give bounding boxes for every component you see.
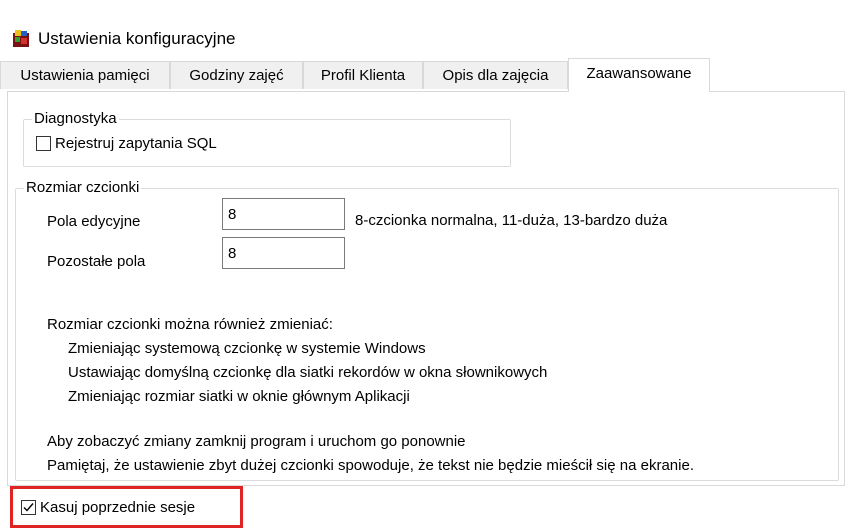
tab-client-profile[interactable]: Profil Klienta — [303, 61, 423, 89]
tab-advanced[interactable]: Zaawansowane — [568, 58, 710, 92]
log-sql-label[interactable]: Rejestruj zapytania SQL — [55, 135, 217, 153]
diagnostics-group: Diagnostyka Rejestruj zapytania SQL — [23, 110, 511, 167]
other-fields-label: Pozostałe pola — [47, 253, 146, 270]
diagnostics-legend: Diagnostyka — [32, 110, 119, 128]
edit-fields-label: Pola edycyjne — [47, 213, 141, 230]
tab-class-hours[interactable]: Godziny zajęć — [170, 61, 303, 89]
info-line: Zmieniając systemową czcionkę w systemie… — [68, 340, 426, 357]
info-line: Ustawiając domyślną czcionkę dla siatki … — [68, 364, 548, 381]
info-line: Zmieniając rozmiar siatki w oknie główny… — [68, 388, 410, 405]
font-size-hint: 8-czcionka normalna, 11-duża, 13-bardzo … — [355, 212, 668, 229]
edit-fields-input[interactable] — [222, 198, 345, 230]
tab-memory-settings[interactable]: Ustawienia pamięci — [0, 61, 170, 89]
other-fields-input[interactable] — [222, 237, 345, 269]
app-icon — [13, 30, 29, 47]
restart-note: Aby zobaczyć zmiany zamknij program i ur… — [47, 433, 466, 450]
advanced-panel: Diagnostyka Rejestruj zapytania SQL Rozm… — [7, 91, 845, 486]
tab-strip: Ustawienia pamięci Godziny zajęć Profil … — [0, 58, 852, 92]
warning-note: Pamiętaj, że ustawienie zbyt dużej czcio… — [47, 457, 694, 474]
tab-class-description[interactable]: Opis dla zajęcia — [423, 61, 568, 89]
font-size-legend: Rozmiar czcionki — [24, 179, 142, 197]
font-size-group: Rozmiar czcionki Pola edycyjne 8-czcionk… — [15, 179, 839, 481]
title-bar: Ustawienia konfiguracyjne — [0, 0, 852, 58]
info-heading: Rozmiar czcionki można również zmieniać: — [47, 316, 333, 333]
window-title: Ustawienia konfiguracyjne — [38, 29, 236, 48]
highlight-box — [10, 486, 243, 528]
log-sql-checkbox[interactable] — [36, 136, 51, 151]
